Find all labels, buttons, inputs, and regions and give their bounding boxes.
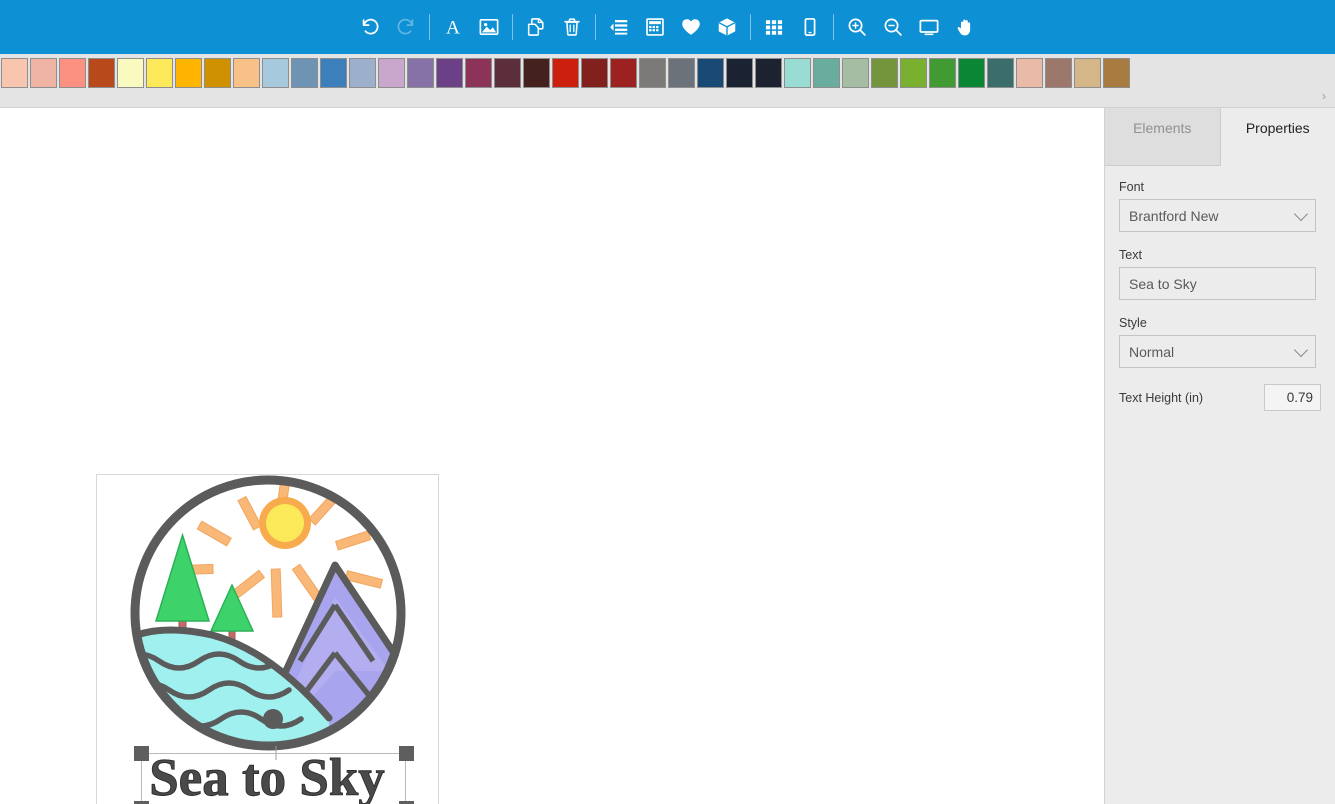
workspace: Sea to Sky Elements Properties Font Bran… — [0, 108, 1335, 804]
zoom-in-icon[interactable] — [839, 9, 875, 45]
color-palette-bar: › — [0, 56, 1335, 108]
toolbar-separator — [429, 14, 430, 40]
color-swatch[interactable] — [175, 58, 202, 88]
color-swatch[interactable] — [813, 58, 840, 88]
color-swatch[interactable] — [494, 58, 521, 88]
color-swatch[interactable] — [1074, 58, 1101, 88]
text-input[interactable]: Sea to Sky — [1119, 267, 1316, 300]
style-select[interactable]: Normal — [1119, 335, 1316, 368]
calculator-icon[interactable] — [637, 9, 673, 45]
color-swatch[interactable] — [552, 58, 579, 88]
color-swatch[interactable] — [378, 58, 405, 88]
style-value: Normal — [1129, 343, 1175, 360]
toolbar-button-group: A — [352, 9, 983, 45]
text-height-input[interactable]: 0.79 — [1264, 384, 1321, 411]
color-swatch[interactable] — [291, 58, 318, 88]
color-swatch[interactable] — [755, 58, 782, 88]
selection-handle-top-left[interactable] — [134, 746, 149, 761]
duplicate-icon[interactable] — [518, 9, 554, 45]
color-swatch[interactable] — [30, 58, 57, 88]
font-value: Brantford New — [1129, 207, 1219, 224]
color-swatch[interactable] — [146, 58, 173, 88]
color-swatch[interactable] — [59, 58, 86, 88]
design-artboard[interactable]: Sea to Sky — [96, 474, 439, 804]
toolbar-separator — [750, 14, 751, 40]
color-swatch[interactable] — [117, 58, 144, 88]
zoom-out-icon[interactable] — [875, 9, 911, 45]
color-swatch[interactable] — [668, 58, 695, 88]
color-swatch[interactable] — [784, 58, 811, 88]
color-swatch[interactable] — [436, 58, 463, 88]
tab-elements[interactable]: Elements — [1105, 108, 1221, 166]
color-swatch[interactable] — [407, 58, 434, 88]
selection-bounding-box — [141, 753, 406, 804]
properties-panel: Elements Properties Font Brantford New T… — [1104, 108, 1335, 804]
toolbar-separator — [512, 14, 513, 40]
chevron-down-icon — [1293, 342, 1309, 357]
style-field: Style Normal — [1119, 316, 1321, 368]
color-swatch[interactable] — [697, 58, 724, 88]
panel-tabs: Elements Properties — [1105, 108, 1335, 166]
color-swatch[interactable] — [204, 58, 231, 88]
text-field: Text Sea to Sky — [1119, 248, 1321, 300]
design-canvas[interactable]: Sea to Sky — [0, 108, 1104, 804]
color-swatch[interactable] — [262, 58, 289, 88]
color-swatch[interactable] — [726, 58, 753, 88]
color-swatch[interactable] — [523, 58, 550, 88]
main-toolbar: A — [0, 0, 1335, 56]
color-swatch[interactable] — [900, 58, 927, 88]
delete-icon[interactable] — [554, 9, 590, 45]
svg-text:A: A — [446, 17, 460, 38]
color-swatch[interactable] — [842, 58, 869, 88]
add-text-icon[interactable]: A — [435, 9, 471, 45]
color-swatch[interactable] — [929, 58, 956, 88]
color-swatch[interactable] — [581, 58, 608, 88]
color-swatch[interactable] — [233, 58, 260, 88]
color-swatch[interactable] — [958, 58, 985, 88]
palette-expand-icon[interactable]: › — [1317, 89, 1331, 103]
align-icon[interactable] — [601, 9, 637, 45]
color-swatch[interactable] — [1, 58, 28, 88]
color-swatch[interactable] — [349, 58, 376, 88]
text-value: Sea to Sky — [1129, 275, 1197, 292]
style-label: Style — [1119, 316, 1147, 330]
font-field: Font Brantford New — [1119, 180, 1321, 232]
fit-screen-icon[interactable] — [911, 9, 947, 45]
redo-icon[interactable] — [388, 9, 424, 45]
properties-form: Font Brantford New Text Sea to Sky Style — [1105, 166, 1335, 411]
text-label: Text — [1119, 248, 1142, 262]
pan-hand-icon[interactable] — [947, 9, 983, 45]
selection-handle-top-right[interactable] — [399, 746, 414, 761]
text-height-field: Text Height (in) 0.79 — [1119, 384, 1321, 411]
toolbar-separator — [595, 14, 596, 40]
color-swatch[interactable] — [610, 58, 637, 88]
color-swatch[interactable] — [987, 58, 1014, 88]
color-swatch[interactable] — [1016, 58, 1043, 88]
heart-icon[interactable] — [673, 9, 709, 45]
color-swatch-list — [0, 56, 1335, 92]
color-swatch[interactable] — [1103, 58, 1130, 88]
box-3d-icon[interactable] — [709, 9, 745, 45]
text-height-value: 0.79 — [1286, 390, 1313, 405]
tab-properties-label: Properties — [1245, 120, 1310, 136]
chevron-down-icon — [1293, 206, 1309, 221]
color-swatch[interactable] — [1045, 58, 1072, 88]
text-height-label: Text Height (in) — [1119, 390, 1204, 405]
add-image-icon[interactable] — [471, 9, 507, 45]
color-swatch[interactable] — [320, 58, 347, 88]
color-swatch[interactable] — [465, 58, 492, 88]
hoop-icon[interactable] — [792, 9, 828, 45]
font-select[interactable]: Brantford New — [1119, 199, 1316, 232]
font-label: Font — [1119, 180, 1145, 194]
color-swatch[interactable] — [871, 58, 898, 88]
tab-elements-label: Elements — [1133, 120, 1192, 136]
toolbar-separator — [833, 14, 834, 40]
color-swatch[interactable] — [88, 58, 115, 88]
embroidery-design-app: A › Sea to Sky Elements Properties Font … — [0, 0, 1335, 804]
grid-icon[interactable] — [756, 9, 792, 45]
undo-icon[interactable] — [352, 9, 388, 45]
tab-properties[interactable]: Properties — [1220, 108, 1335, 166]
color-swatch[interactable] — [639, 58, 666, 88]
